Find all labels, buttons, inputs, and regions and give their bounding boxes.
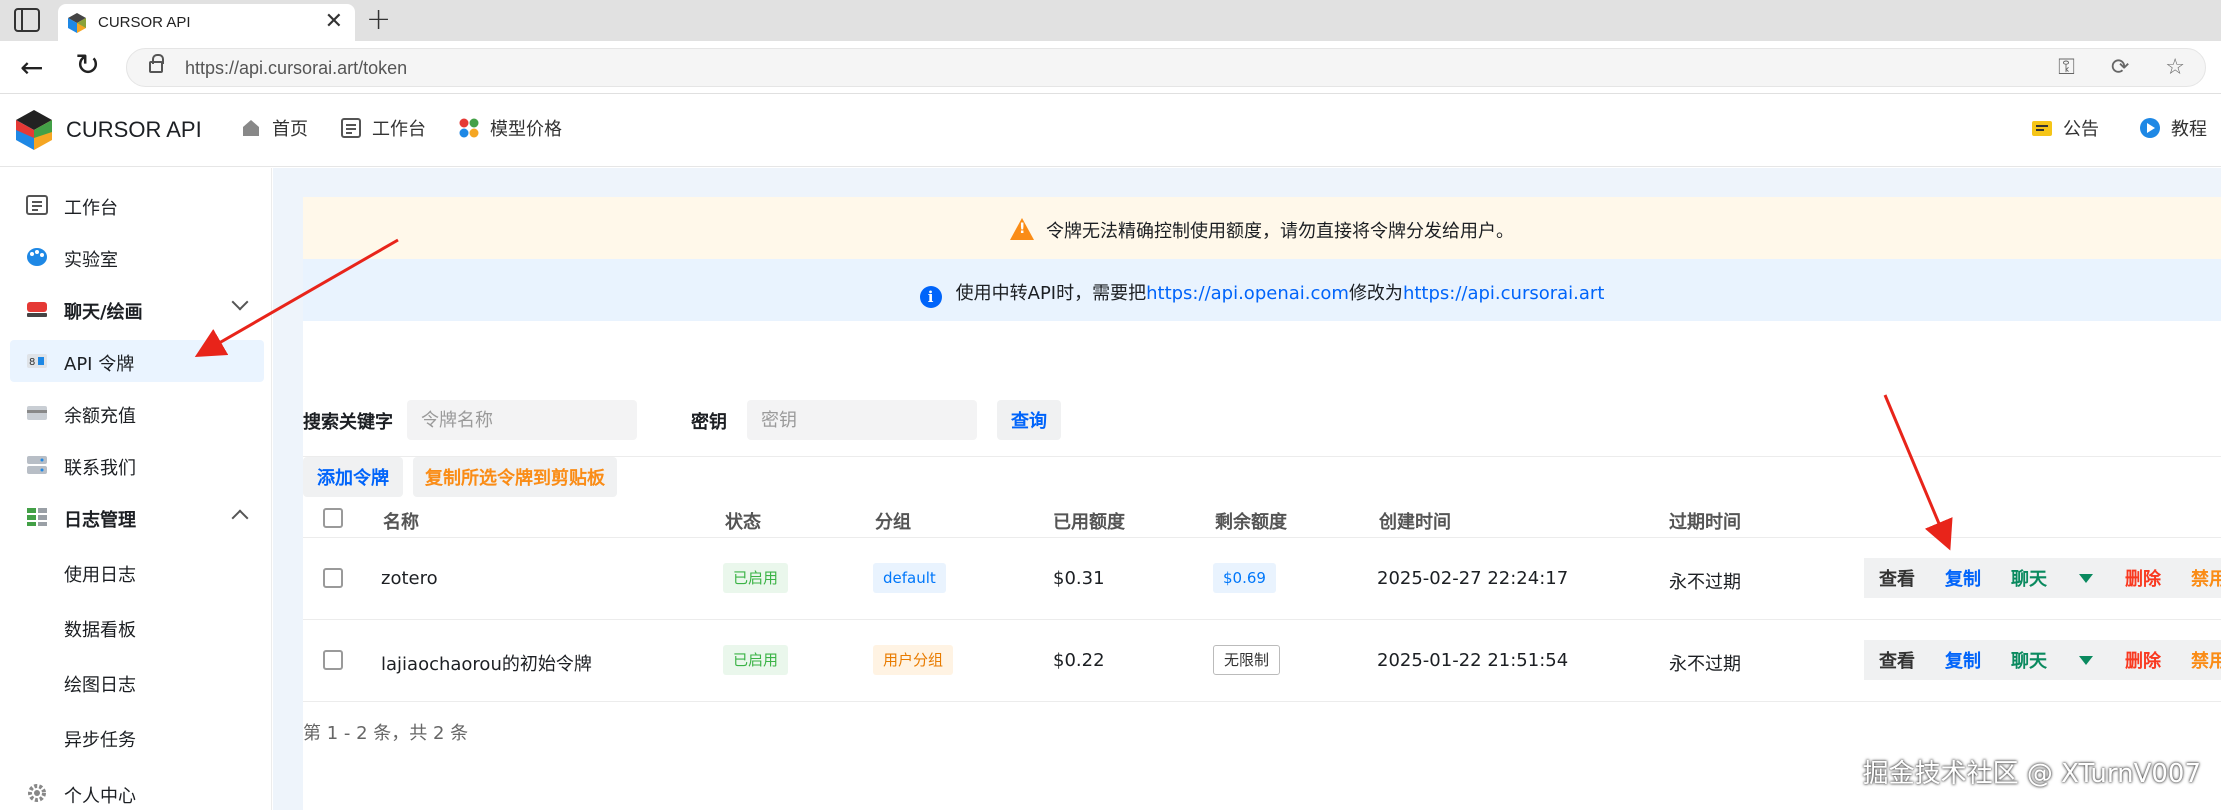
table-row: zotero 已启用 default $0.31 $0.69 2025-02-2… [303, 538, 2221, 620]
delete-button[interactable]: 删除 [2110, 640, 2176, 680]
app-header: CURSOR API 首页 工作台 模型价格 公告 教程 [0, 95, 2221, 167]
play-icon [2140, 118, 2160, 138]
cursorai-link[interactable]: https://api.cursorai.art [1403, 283, 1604, 304]
sidebar-item-draw-log[interactable]: 绘图日志 [10, 661, 264, 703]
delete-button[interactable]: 删除 [2110, 558, 2176, 598]
lock-icon [149, 54, 164, 73]
info-banner: i 使用中转API时，需要把https://api.openai.com修改为ht… [303, 259, 2221, 321]
nav-announcement[interactable]: 公告 [2031, 115, 2099, 141]
chat-dropdown-button[interactable] [2062, 558, 2110, 598]
url-text: https://api.cursorai.art/token [185, 58, 408, 78]
reload-icon[interactable]: ↻ [75, 48, 100, 83]
token-icon: 8 [27, 354, 47, 368]
disable-button[interactable]: 禁用 [2176, 640, 2221, 680]
row-checkbox[interactable] [323, 568, 343, 588]
palette-dots-icon [459, 118, 479, 138]
pagination-summary: 第 1 - 2 条，共 2 条 [303, 723, 469, 744]
info-icon: i [919, 286, 942, 308]
group-badge: 用户分组 [873, 645, 954, 675]
watermark: 掘金技术社区 @ XTurnV007 [1862, 759, 2201, 789]
browser-tabstrip: CURSOR API ✕ + [0, 0, 2221, 41]
sidebar-item-profile[interactable]: 个人中心 [10, 772, 264, 810]
back-arrow-icon[interactable]: ← [20, 51, 43, 84]
announcement-icon [2032, 121, 2052, 136]
browser-tab-title: CURSOR API [98, 14, 191, 31]
sidebar-item-chat-draw[interactable]: 聊天/绘画 [10, 288, 264, 330]
token-name-input[interactable] [407, 400, 637, 440]
sidebar-item-usage-log[interactable]: 使用日志 [10, 551, 264, 593]
add-token-button[interactable]: 添加令牌 [303, 457, 403, 497]
brand-name[interactable]: CURSOR API [66, 117, 202, 143]
chevron-down-icon[interactable] [231, 293, 249, 311]
nav-tutorial[interactable]: 教程 [2139, 115, 2207, 141]
row-actions: 查看 复制 聊天 删除 禁用 [1864, 640, 2221, 680]
group-badge: default [873, 563, 946, 593]
sidebar-item-lab[interactable]: 实验室 [10, 236, 264, 278]
favorite-star-icon[interactable]: ☆ [2165, 55, 2185, 80]
status-badge: 已启用 [723, 563, 789, 593]
warning-text: 令牌无法精确控制使用额度，请勿直接将令牌分发给用户。 [1046, 221, 1514, 242]
close-icon[interactable]: ✕ [325, 9, 343, 34]
chat-icon [27, 302, 47, 317]
caret-down-icon [2079, 655, 2093, 665]
sidebar-item-data-board[interactable]: 数据看板 [10, 606, 264, 648]
url-field[interactable]: https://api.cursorai.art/token ⚿ ⟳ ☆ [126, 48, 2206, 87]
sidebar-item-log-management[interactable]: 日志管理 [10, 496, 264, 538]
remaining-badge: 无限制 [1213, 645, 1281, 675]
sidebar-item-recharge[interactable]: 余额充值 [10, 392, 264, 434]
nav-home[interactable]: 首页 [240, 115, 308, 141]
copy-selected-button[interactable]: 复制所选令牌到剪贴板 [413, 457, 617, 497]
table-row: lajiaochaorou的初始令牌 已启用 用户分组 $0.22 无限制 20… [303, 620, 2221, 702]
browser-sidebar-toggle-icon[interactable] [14, 8, 40, 32]
cursor-logo-icon [68, 13, 86, 33]
key-label: 密钥 [691, 412, 727, 433]
sidebar-item-dashboard[interactable]: 工作台 [10, 184, 264, 226]
dashboard-icon [341, 118, 361, 138]
copy-button[interactable]: 复制 [1930, 640, 1996, 680]
cursor-logo-icon[interactable] [14, 108, 54, 152]
home-icon [243, 120, 259, 136]
caret-down-icon [2079, 573, 2093, 583]
nav-dashboard[interactable]: 工作台 [340, 115, 426, 141]
nav-model-price[interactable]: 模型价格 [458, 115, 562, 141]
browser-addressbar: ← ↻ https://api.cursorai.art/token ⚿ ⟳ ☆ [0, 41, 2221, 94]
openai-link[interactable]: https://api.openai.com [1146, 283, 1349, 304]
disable-button[interactable]: 禁用 [2176, 558, 2221, 598]
remaining-badge: $0.69 [1213, 563, 1276, 593]
warning-banner: 令牌无法精确控制使用额度，请勿直接将令牌分发给用户。 [303, 197, 2221, 259]
dashboard-icon [26, 195, 48, 215]
wallet-icon [27, 406, 47, 420]
row-actions: 查看 复制 聊天 删除 禁用 [1864, 558, 2221, 598]
palette-icon [27, 248, 47, 266]
keyword-label: 搜索关键字 [303, 412, 393, 433]
browser-tab[interactable]: CURSOR API ✕ [58, 4, 355, 41]
query-button[interactable]: 查询 [997, 400, 1061, 440]
select-all-checkbox[interactable] [323, 508, 343, 528]
table-icon [27, 508, 47, 526]
chat-button[interactable]: 聊天 [1996, 640, 2062, 680]
status-badge: 已启用 [723, 645, 789, 675]
key-input[interactable] [747, 400, 977, 440]
sidebar-item-async-task[interactable]: 异步任务 [10, 716, 264, 758]
top-nav: 首页 工作台 模型价格 [240, 115, 562, 141]
copy-button[interactable]: 复制 [1930, 558, 1996, 598]
main-content: 令牌无法精确控制使用额度，请勿直接将令牌分发给用户。 i使用中转API时，需要把… [273, 168, 2221, 810]
chat-dropdown-button[interactable] [2062, 640, 2110, 680]
row-checkbox[interactable] [323, 650, 343, 670]
sidebar-item-contact[interactable]: 联系我们 [10, 444, 264, 486]
token-panel: 搜索关键字 密钥 查询 添加令牌 复制所选令牌到剪贴板 名称 状态 分组 已用额… [303, 321, 2221, 810]
new-tab-icon[interactable]: + [366, 2, 391, 37]
view-button[interactable]: 查看 [1864, 558, 1930, 598]
sidebar: 工作台 实验室 聊天/绘画 8 API 令牌 余额充值 联系我们 日志管理 使用… [0, 168, 272, 810]
chevron-up-icon[interactable] [231, 509, 249, 527]
refresh-extension-icon[interactable]: ⟳ [2111, 55, 2129, 80]
warning-icon [1010, 218, 1034, 240]
chat-button[interactable]: 聊天 [1996, 558, 2062, 598]
view-button[interactable]: 查看 [1864, 640, 1930, 680]
key-icon[interactable]: ⚿ [2058, 55, 2075, 80]
svg-text:8: 8 [29, 357, 35, 368]
gear-icon [28, 784, 46, 802]
sidebar-item-api-token[interactable]: 8 API 令牌 [10, 340, 264, 382]
server-icon [27, 456, 47, 474]
